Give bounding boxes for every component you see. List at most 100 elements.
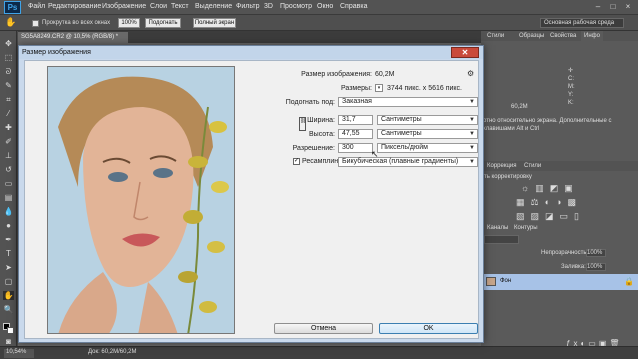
- height-unit-select[interactable]: Сантиметры ▼: [377, 129, 478, 139]
- constrain-proportions-link-icon[interactable]: ⛓: [299, 117, 306, 131]
- menu-edit[interactable]: Редактирование: [48, 3, 101, 10]
- fullscreen-button[interactable]: Полный экран: [193, 18, 236, 28]
- height-input[interactable]: 47,55: [338, 129, 373, 139]
- healing-brush-tool-icon[interactable]: ✚: [3, 123, 14, 132]
- quick-select-tool-icon[interactable]: ✎: [3, 81, 14, 90]
- menu-image[interactable]: Изображение: [102, 3, 146, 10]
- chevron-down-icon: ▼: [469, 145, 475, 151]
- width-input[interactable]: 31,7: [338, 115, 373, 125]
- zoom-tool-icon[interactable]: 🔍: [3, 305, 14, 314]
- adjustment-icons-row1[interactable]: ☼▥◩▣: [521, 183, 579, 194]
- right-panel-column: Стили Образцы Свойства Инфо ✛ C: M: Y: K: 60…: [481, 31, 638, 351]
- dimensions-label: Размеры:: [340, 85, 372, 92]
- photoshop-logo: Ps: [4, 1, 21, 14]
- dialog-close-button[interactable]: ✕: [451, 47, 479, 58]
- resolution-unit-select[interactable]: Пиксель/дюйм ▼: [377, 143, 478, 153]
- pen-tool-icon[interactable]: ✒: [3, 235, 14, 244]
- tab-swatches[interactable]: Образцы: [516, 31, 547, 41]
- fit-to-value: Заказная: [342, 98, 372, 105]
- ok-button[interactable]: OK: [379, 323, 478, 334]
- marquee-tool-icon[interactable]: ⬚: [3, 53, 14, 62]
- menu-window[interactable]: Окно: [317, 3, 333, 10]
- width-unit-select[interactable]: Сантиметры ▼: [377, 115, 478, 125]
- image-preview[interactable]: [47, 66, 235, 334]
- portrait-preview-image: [48, 67, 234, 333]
- chevron-down-icon: ▼: [469, 159, 475, 165]
- doc-info: Док: 60,2M/60,2M: [88, 349, 137, 355]
- menu-filter[interactable]: Фильтр: [236, 3, 260, 10]
- gradient-tool-icon[interactable]: ▤: [3, 193, 14, 202]
- layer-row-background[interactable]: Фон 🔒: [481, 274, 638, 290]
- resolution-input[interactable]: 300: [338, 143, 373, 153]
- width-label: Ширина:: [307, 117, 335, 124]
- dimensions-dropdown-icon[interactable]: ▾: [375, 84, 383, 92]
- tab-paths[interactable]: Контуры: [511, 223, 541, 233]
- menu-help[interactable]: Справка: [340, 3, 367, 10]
- resolution-unit-value: Пиксель/дюйм: [381, 144, 428, 151]
- cancel-button[interactable]: Отмена: [274, 323, 373, 334]
- quick-mask-icon[interactable]: ◙: [3, 337, 14, 346]
- brush-tool-icon[interactable]: ✐: [3, 137, 14, 146]
- hand-tool-icon[interactable]: ✋: [5, 17, 16, 28]
- eyedropper-tool-icon[interactable]: ⁄: [3, 109, 14, 118]
- maximize-icon[interactable]: □: [607, 2, 619, 12]
- scroll-all-windows-checkbox[interactable]: [32, 20, 39, 27]
- lasso-tool-icon[interactable]: ᘐ: [3, 67, 14, 76]
- settings-gear-icon[interactable]: ⚙: [467, 69, 474, 78]
- tab-channels[interactable]: Каналы: [484, 223, 511, 233]
- tab-styles[interactable]: Стили: [484, 31, 507, 41]
- resample-method-select[interactable]: Бикубическая (плавные градиенты) ▼: [338, 157, 478, 167]
- fit-to-label: Подогнать под:: [285, 99, 335, 106]
- background-color-swatch[interactable]: [7, 327, 14, 334]
- resolution-label: Разрешение:: [292, 145, 335, 152]
- adjustment-icons-row2[interactable]: ▦⚖◐◑▩: [516, 197, 582, 208]
- opacity-input[interactable]: 100%: [586, 249, 606, 257]
- zoom-level[interactable]: 10,54%: [4, 349, 34, 358]
- path-select-tool-icon[interactable]: ➤: [3, 263, 14, 272]
- tab-info[interactable]: Инфо: [581, 31, 603, 41]
- menu-select[interactable]: Выделение: [195, 3, 232, 10]
- fit-screen-button[interactable]: Подогнать: [145, 18, 181, 28]
- menu-type[interactable]: Текст: [171, 3, 189, 10]
- close-icon[interactable]: ×: [622, 2, 634, 12]
- clone-stamp-tool-icon[interactable]: ⊥: [3, 151, 14, 160]
- tab-properties[interactable]: Свойства: [547, 31, 579, 41]
- history-brush-tool-icon[interactable]: ↺: [3, 165, 14, 174]
- document-tab[interactable]: SG5A8249.CR2 @ 10,5% (RGB/8) *: [18, 32, 128, 43]
- move-tool-icon[interactable]: ✥: [3, 39, 14, 48]
- resample-checkbox[interactable]: ✓: [293, 158, 300, 165]
- menu-layers[interactable]: Слои: [150, 3, 167, 10]
- info-hint-text: отно относительно экрана. Дополнительные…: [483, 118, 612, 132]
- crop-tool-icon[interactable]: ⌗: [3, 95, 14, 104]
- layer-name: Фон: [500, 278, 512, 284]
- menu-3d[interactable]: 3D: [264, 3, 273, 10]
- eraser-tool-icon[interactable]: ▭: [3, 179, 14, 188]
- height-label: Высота:: [309, 131, 335, 138]
- fill-input[interactable]: 100%: [586, 263, 606, 271]
- tab-adjustments[interactable]: Коррекция: [484, 161, 520, 171]
- info-panel: [481, 41, 638, 161]
- fill-label: Заливка:: [561, 264, 586, 270]
- type-tool-icon[interactable]: T: [3, 249, 14, 258]
- tab-styles-2[interactable]: Стили: [521, 161, 544, 171]
- resample-method-value: Бикубическая (плавные градиенты): [342, 158, 459, 165]
- height-unit-value: Сантиметры: [381, 130, 422, 137]
- dialog-body: Размер изображения: 60,2M ⚙ Размеры: ▾ 3…: [24, 60, 479, 339]
- zoom-100-button[interactable]: 100%: [118, 18, 140, 28]
- shape-tool-icon[interactable]: ▢: [3, 277, 14, 286]
- chevron-down-icon: ▼: [469, 117, 475, 123]
- layer-filter-select[interactable]: [484, 235, 519, 244]
- menu-view[interactable]: Просмотр: [280, 3, 312, 10]
- blur-tool-icon[interactable]: 💧: [3, 207, 14, 216]
- menu-file[interactable]: Файл: [28, 3, 45, 10]
- status-bar: 10,54% Док: 60,2M/60,2M: [0, 346, 638, 359]
- chevron-down-icon: ▼: [469, 131, 475, 137]
- fit-to-select[interactable]: Заказная ▼: [338, 97, 478, 107]
- adjustment-icons-row3[interactable]: ▧▨◪▭▯: [516, 211, 585, 222]
- image-size-dialog: Размер изображения ✕ Размер изображения:…: [18, 45, 484, 343]
- hand-tool-icon[interactable]: ✋: [3, 291, 14, 300]
- dodge-tool-icon[interactable]: ●: [3, 221, 14, 230]
- workspace-select[interactable]: Основная рабочая среда: [540, 18, 624, 28]
- dialog-title-text: Размер изображения: [22, 49, 91, 56]
- minimize-icon[interactable]: –: [592, 2, 604, 12]
